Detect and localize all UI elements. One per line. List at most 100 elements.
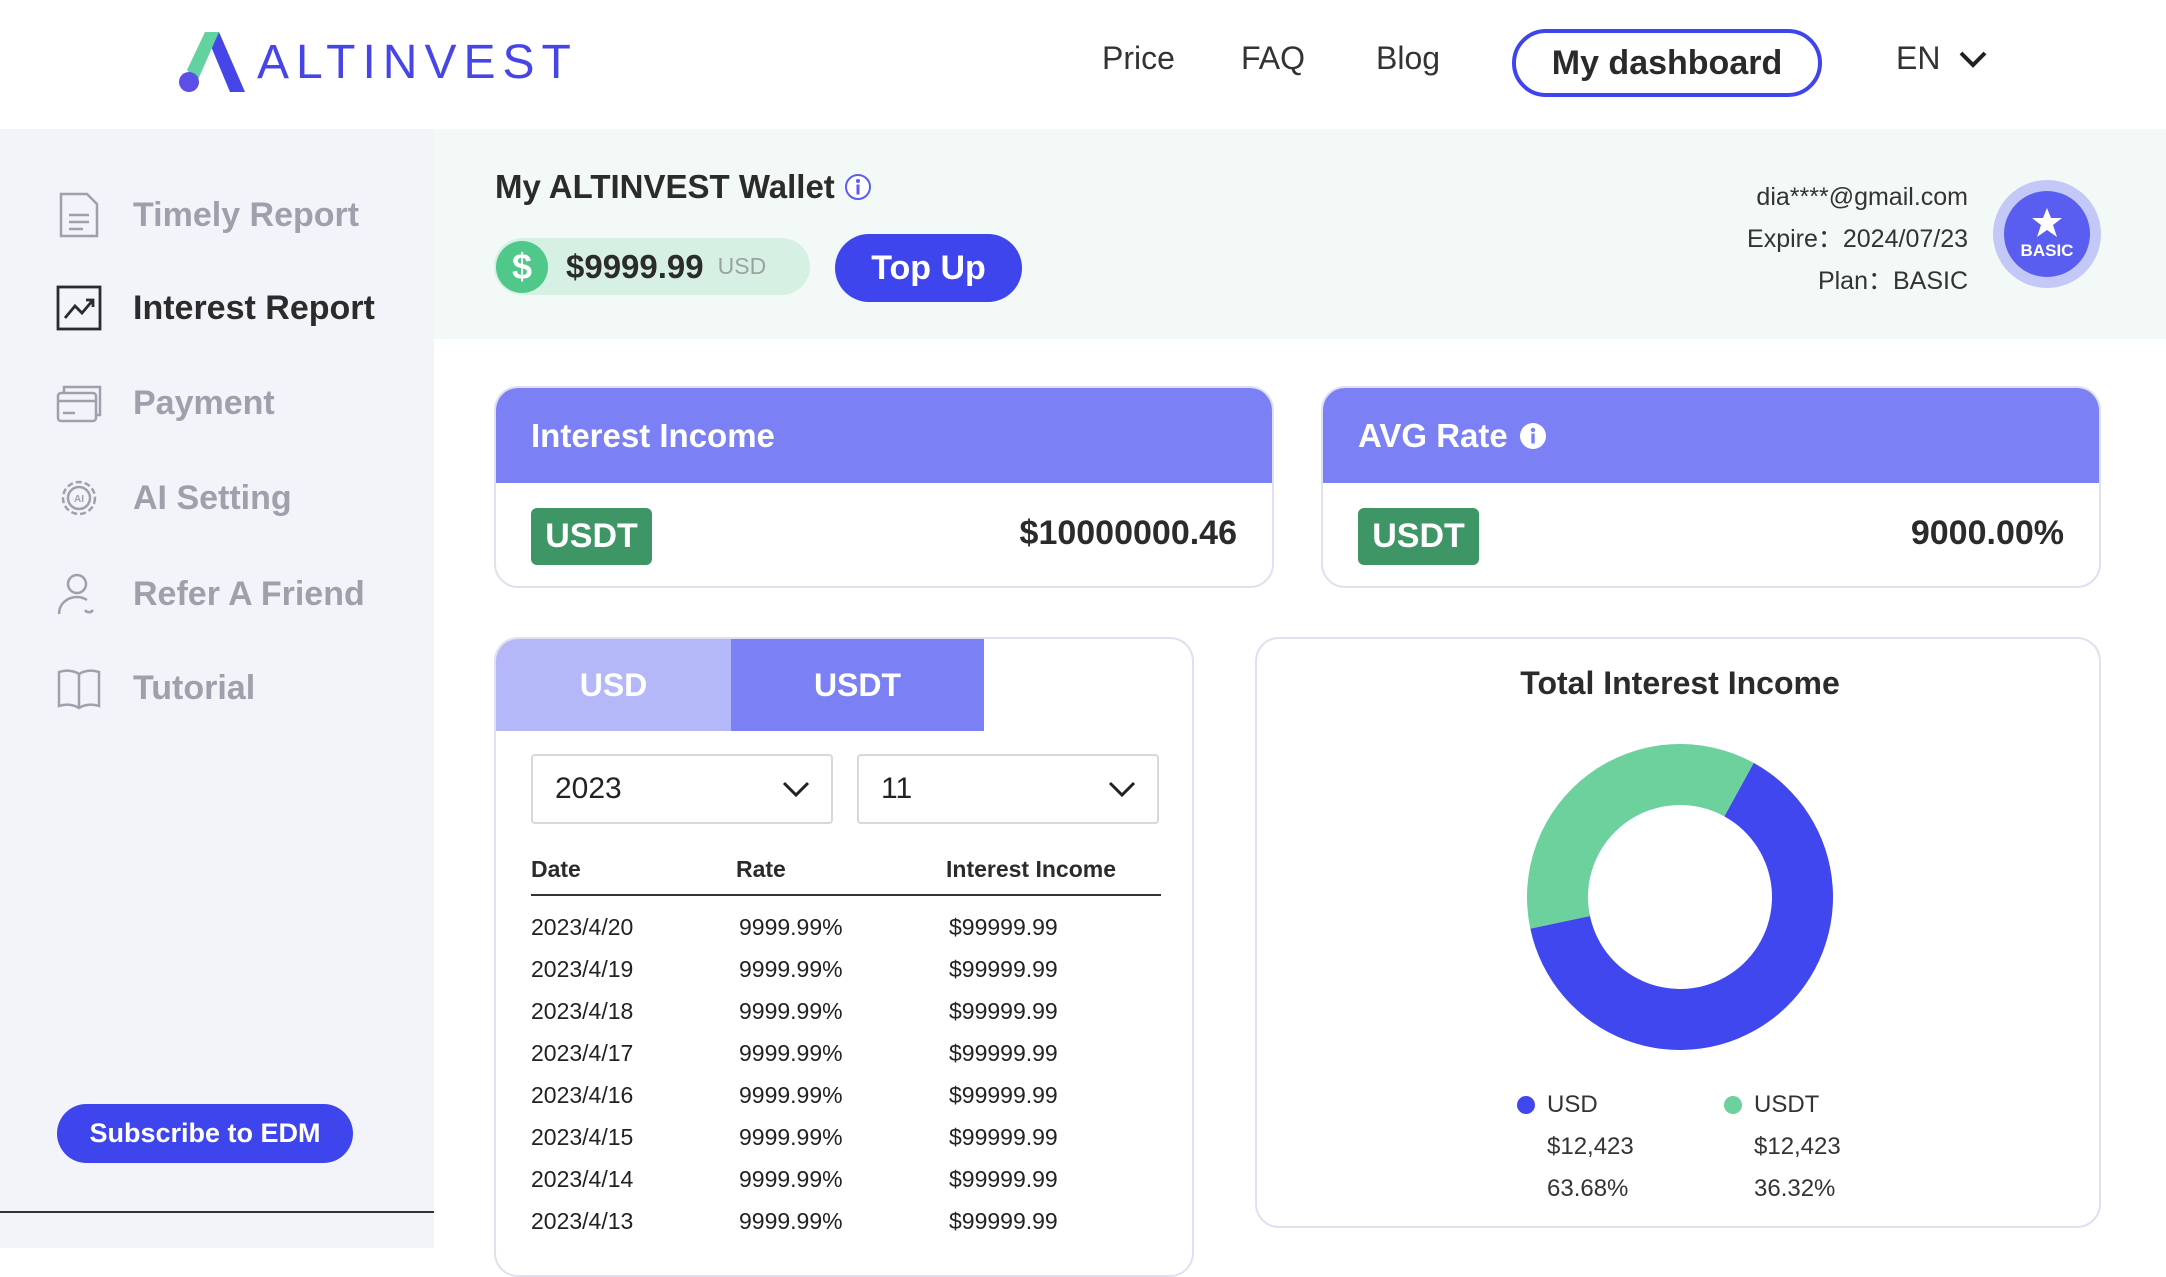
legend-usdt: USDT $12,423 36.32% [1724,1084,1841,1210]
cell-interest-income: $99999.99 [949,1040,1058,1066]
nav-price-link[interactable]: Price [1102,40,1175,77]
table-row: 2023/4/16 9999.99% $99999.99 [531,1074,1161,1116]
user-email: dia****@gmail.com [1756,183,1968,211]
ai-gear-icon: AI [61,480,97,516]
language-label: EN [1896,40,1941,76]
donut-slice-usdt[interactable] [1527,744,1754,929]
tab-usdt[interactable]: USDT [731,639,984,731]
cell-date: 2023/4/18 [531,998,634,1024]
table-row: 2023/4/18 9999.99% $99999.99 [531,990,1161,1032]
sidebar-item-ai-setting[interactable]: AI AI Setting [55,474,292,522]
balance-currency: USD [717,253,767,279]
interest-income-card: Interest Income USDT $10000000.46 [494,386,1274,588]
wallet-title-text: My ALTINVEST Wallet [495,168,835,205]
column-header-interest-income: Interest Income [946,856,1116,882]
plan-name: Plan：BASIC [1817,267,1968,295]
tab-usd[interactable]: USD [496,639,731,731]
avg-rate-value: 9000.00% [1910,514,2064,552]
legend-label-usd: USD [1547,1091,1598,1118]
plan-badge-inner: BASIC [2004,191,2090,277]
year-select[interactable]: 2023 [531,754,833,824]
document-icon [59,192,99,238]
altinvest-logo-icon [179,32,245,92]
cell-date: 2023/4/19 [531,956,634,982]
cell-date: 2023/4/20 [531,914,634,940]
star-icon [2032,208,2062,237]
svg-text:AI: AI [74,494,84,505]
dollar-icon: $ [496,240,548,293]
sidebar-item-payment[interactable]: Payment [55,379,275,427]
interest-income-value: $10000000.46 [1019,514,1237,552]
language-selector[interactable]: EN [1896,40,1988,77]
avg-rate-title: AVG Rate [1358,416,1508,454]
sidebar-item-label: Interest Report [133,288,375,327]
interest-income-title: Interest Income [531,416,775,454]
interest-table-panel: USD USDT 2023 11 Date Rate Interest Inco… [494,637,1194,1277]
sidebar-item-tutorial[interactable]: Tutorial [55,664,255,712]
table-row: 2023/4/14 9999.99% $99999.99 [531,1158,1161,1200]
user-icon [57,573,95,615]
brand-name: ALTINVEST [257,35,578,89]
sidebar-item-interest-report[interactable]: Interest Report [55,284,375,332]
avg-rate-card: AVG Rate USDT 9000.00% [1321,386,2101,588]
cell-interest-income: $99999.99 [949,1208,1058,1234]
info-icon[interactable] [843,172,873,202]
legend-dot-usdt [1724,1096,1742,1114]
cell-date: 2023/4/14 [531,1166,634,1192]
sidebar-item-refer-a-friend[interactable]: Refer A Friend [55,570,365,618]
legend-amount-usdt: $12,423 [1754,1133,1841,1160]
table-row: 2023/4/19 9999.99% $99999.99 [531,948,1161,990]
cell-rate: 9999.99% [739,998,843,1024]
legend-percent-usd: 63.68% [1547,1175,1629,1202]
my-dashboard-button[interactable]: My dashboard [1512,29,1822,97]
subscribe-edm-button[interactable]: Subscribe to EDM [57,1104,353,1163]
info-icon[interactable] [1518,421,1548,451]
legend-amount-usd: $12,423 [1547,1133,1634,1160]
cell-interest-income: $99999.99 [949,914,1058,940]
sidebar-divider [0,1211,434,1213]
sidebar-item-label: Timely Report [133,195,360,234]
plan-badge-label: BASIC [2020,241,2074,260]
month-select-value: 11 [881,772,913,805]
table-row: 2023/4/20 9999.99% $99999.99 [531,906,1161,948]
sidebar-item-label: Tutorial [133,668,256,707]
chevron-down-icon [782,781,810,798]
cell-date: 2023/4/13 [531,1208,634,1234]
wallet-title: My ALTINVEST Wallet [495,168,873,206]
chevron-down-icon [1960,51,1987,68]
month-select[interactable]: 11 [857,754,1159,824]
sidebar-item-label: Refer A Friend [133,574,365,613]
avg-rate-card-header: AVG Rate [1323,388,2099,483]
sidebar-item-label: AI Setting [133,478,292,517]
sidebar-item-timely-report[interactable]: Timely Report [55,191,359,239]
cell-date: 2023/4/16 [531,1082,634,1108]
cell-rate: 9999.99% [739,914,843,940]
cell-date: 2023/4/17 [531,1040,634,1066]
donut-chart [1527,744,1833,1050]
table-row: 2023/4/15 9999.99% $99999.99 [531,1116,1161,1158]
credit-card-icon [56,385,102,423]
currency-tag: USDT [531,508,652,565]
cell-rate: 9999.99% [739,1208,843,1234]
cell-interest-income: $99999.99 [949,1082,1058,1108]
user-info: dia****@gmail.com Expire：2024/07/23 Plan… [1747,176,1968,302]
balance-amount: $9999.99 [566,247,704,285]
sidebar-item-label: Payment [133,383,275,422]
legend-dot-usd [1517,1096,1535,1114]
legend-label-usdt: USDT [1754,1091,1820,1118]
legend-usd: USD $12,423 63.68% [1517,1084,1634,1210]
nav-faq-link[interactable]: FAQ [1241,40,1305,77]
currency-tag: USDT [1358,508,1479,565]
book-icon [57,669,101,710]
cell-rate: 9999.99% [739,1166,843,1192]
cell-rate: 9999.99% [739,956,843,982]
nav-blog-link[interactable]: Blog [1376,40,1440,77]
cell-interest-income: $99999.99 [949,1124,1058,1150]
wallet-balance: $ $9999.99 USD [494,238,810,295]
cell-rate: 9999.99% [739,1124,843,1150]
table-header: Date Rate Interest Income [531,844,1161,896]
top-up-button[interactable]: Top Up [835,234,1022,302]
cell-date: 2023/4/15 [531,1124,634,1150]
sidebar: Timely Report Interest Report Payment AI… [0,129,434,1248]
brand-logo[interactable]: ALTINVEST [175,30,578,94]
